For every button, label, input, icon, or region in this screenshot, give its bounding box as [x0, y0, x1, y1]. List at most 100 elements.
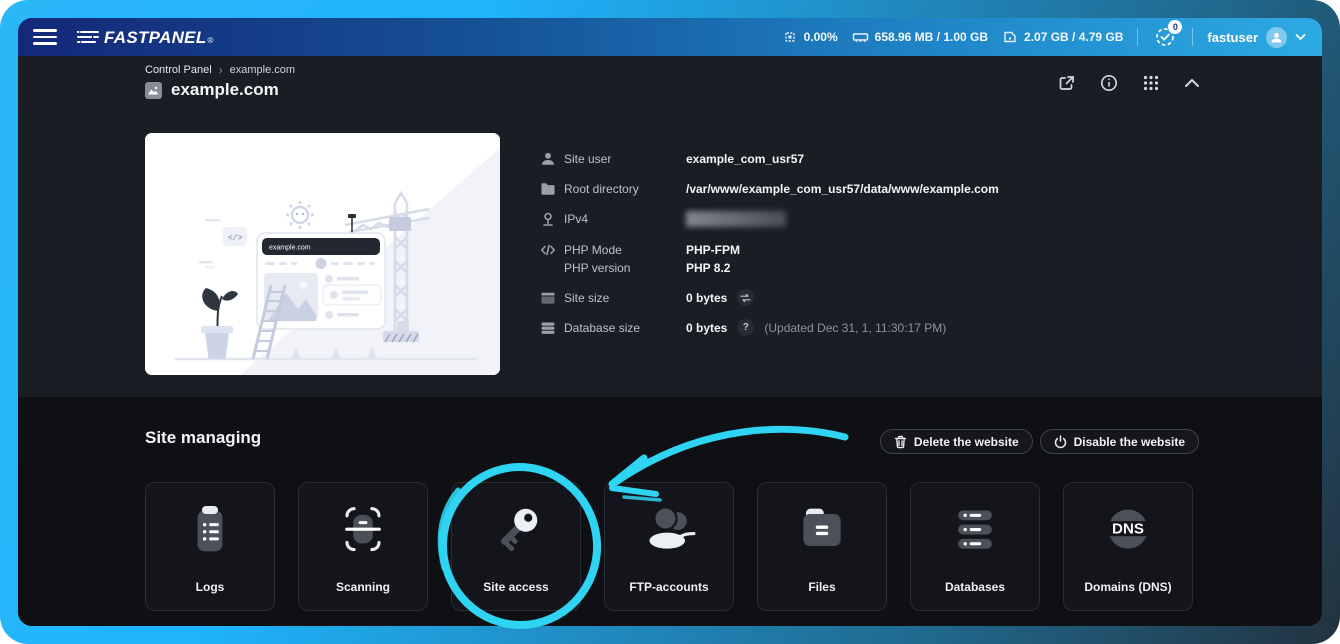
- breadcrumb-current: example.com: [230, 64, 295, 76]
- site-size-label: Site size: [564, 291, 686, 305]
- cpu-usage-stat: 0.00%: [782, 29, 838, 45]
- site-illustration: example.com: [145, 133, 500, 375]
- disable-website-label: Disable the website: [1074, 435, 1185, 449]
- refresh-site-size-button[interactable]: [737, 289, 754, 306]
- detail-row-root-directory: Root directory /var/www/example_com_usr5…: [540, 180, 999, 197]
- user-icon: [1270, 31, 1283, 44]
- site-size-value: 0 bytes: [686, 291, 727, 305]
- card-label: Domains (DNS): [1064, 580, 1192, 594]
- database-size-value: 0 bytes: [686, 321, 727, 335]
- scanning-icon: [331, 499, 395, 561]
- card-label: Scanning: [299, 580, 427, 594]
- card-label: Databases: [911, 580, 1039, 594]
- site-action-buttons: Delete the website Disable the website: [880, 429, 1199, 454]
- detail-row-database-size: Database size 0 bytes ? (Updated Dec 31,…: [540, 319, 946, 336]
- root-directory-label: Root directory: [564, 182, 686, 196]
- site-managing-cards: Logs Scanning: [145, 482, 1193, 611]
- detail-row-site-user: Site user example_com_usr57: [540, 150, 804, 167]
- site-favicon-icon: [145, 82, 162, 99]
- user-icon: [540, 151, 556, 167]
- root-directory-value: /var/www/example_com_usr57/data/www/exam…: [686, 182, 999, 196]
- delete-website-label: Delete the website: [914, 435, 1019, 449]
- files-folder-icon: [790, 499, 854, 561]
- chevron-down-icon: [1295, 33, 1306, 41]
- menu-icon[interactable]: [33, 29, 57, 45]
- cpu-icon: [782, 29, 798, 45]
- folder-icon: [540, 181, 556, 197]
- open-site-external-link-icon[interactable]: [1058, 74, 1076, 92]
- breadcrumb-separator-icon: ›: [219, 63, 223, 77]
- site-user-label: Site user: [564, 152, 686, 166]
- tasks-button[interactable]: 0: [1152, 24, 1178, 50]
- php-mode-label: PHP Mode: [564, 243, 686, 257]
- ipv4-value-redacted: [686, 211, 786, 227]
- delete-website-button[interactable]: Delete the website: [880, 429, 1033, 454]
- dns-globe-icon: DNS: [1096, 499, 1160, 561]
- topbar-divider: [1137, 28, 1138, 46]
- disk-usage-stat: 2.07 GB / 4.79 GB: [1002, 29, 1123, 45]
- trash-icon: [894, 435, 907, 449]
- card-logs[interactable]: Logs: [145, 482, 275, 611]
- disk-icon: [1002, 29, 1018, 45]
- user-menu[interactable]: fastuser: [1207, 27, 1306, 48]
- svg-text:</>: </>: [228, 234, 243, 243]
- screenshot-canvas: FASTPANEL ® 0.00% 658.96 MB / 1.00: [0, 0, 1340, 644]
- card-databases[interactable]: Databases: [910, 482, 1040, 611]
- apps-grid-icon[interactable]: [1142, 74, 1160, 92]
- card-site-access[interactable]: Site access: [451, 482, 581, 611]
- collapse-chevron-up-icon[interactable]: [1184, 78, 1200, 88]
- php-version-label: PHP version: [564, 261, 686, 275]
- database-size-updated-note: (Updated Dec 31, 1, 11:30:17 PM): [764, 321, 946, 335]
- disable-website-button[interactable]: Disable the website: [1040, 429, 1199, 454]
- power-icon: [1054, 435, 1067, 449]
- tasks-badge: 0: [1168, 20, 1182, 34]
- card-files[interactable]: Files: [757, 482, 887, 611]
- php-version-value: PHP 8.2: [686, 261, 730, 275]
- logs-icon: [178, 499, 242, 561]
- logo-text: FASTPANEL: [104, 28, 207, 48]
- ram-usage-value: 658.96 MB / 1.00 GB: [875, 30, 988, 44]
- location-pin-icon: [540, 211, 556, 227]
- database-size-label: Database size: [564, 321, 686, 335]
- illustration-domain: example.com: [269, 245, 311, 252]
- code-icon: [540, 242, 556, 258]
- topbar-divider: [1192, 28, 1193, 46]
- card-domains-dns[interactable]: DNS Domains (DNS): [1063, 482, 1193, 611]
- title-row: example.com: [145, 80, 279, 100]
- detail-row-php-mode: PHP Mode PHP-FPM: [540, 241, 740, 258]
- card-label: FTP-accounts: [605, 580, 733, 594]
- fastpanel-logo-icon: [77, 29, 99, 45]
- header-action-icons: [1058, 74, 1200, 92]
- breadcrumb-control-panel[interactable]: Control Panel: [145, 64, 212, 76]
- disk-usage-value: 2.07 GB / 4.79 GB: [1024, 30, 1123, 44]
- card-label: Site access: [452, 580, 580, 594]
- topbar: FASTPANEL ® 0.00% 658.96 MB / 1.00: [18, 18, 1322, 56]
- browser-window-icon: [540, 290, 556, 306]
- breadcrumb: Control Panel › example.com: [145, 63, 295, 77]
- refresh-icon: [740, 293, 751, 303]
- info-icon[interactable]: [1100, 74, 1118, 92]
- fastpanel-app: FASTPANEL ® 0.00% 658.96 MB / 1.00: [18, 18, 1322, 626]
- card-ftp-accounts[interactable]: FTP-accounts: [604, 482, 734, 611]
- databases-icon: [943, 499, 1007, 561]
- cpu-usage-value: 0.00%: [804, 30, 838, 44]
- key-icon: [484, 499, 548, 561]
- card-scanning[interactable]: Scanning: [298, 482, 428, 611]
- username: fastuser: [1207, 30, 1258, 45]
- logo-registered-mark: ®: [208, 36, 214, 45]
- ram-usage-stat: 658.96 MB / 1.00 GB: [852, 29, 988, 45]
- avatar: [1266, 27, 1287, 48]
- ftp-accounts-icon: [637, 499, 701, 561]
- dns-icon-text: DNS: [1112, 521, 1144, 538]
- database-icon: [540, 320, 556, 336]
- fastpanel-logo[interactable]: FASTPANEL ®: [77, 27, 213, 48]
- detail-row-site-size: Site size 0 bytes: [540, 289, 754, 306]
- detail-row-ipv4: IPv4: [540, 210, 786, 227]
- detail-row-php-version: PHP version PHP 8.2: [540, 259, 730, 276]
- ipv4-label: IPv4: [564, 212, 686, 226]
- page-title: example.com: [171, 80, 279, 100]
- database-size-help-button[interactable]: ?: [737, 319, 754, 336]
- card-label: Files: [758, 580, 886, 594]
- card-label: Logs: [146, 580, 274, 594]
- site-user-value: example_com_usr57: [686, 152, 804, 166]
